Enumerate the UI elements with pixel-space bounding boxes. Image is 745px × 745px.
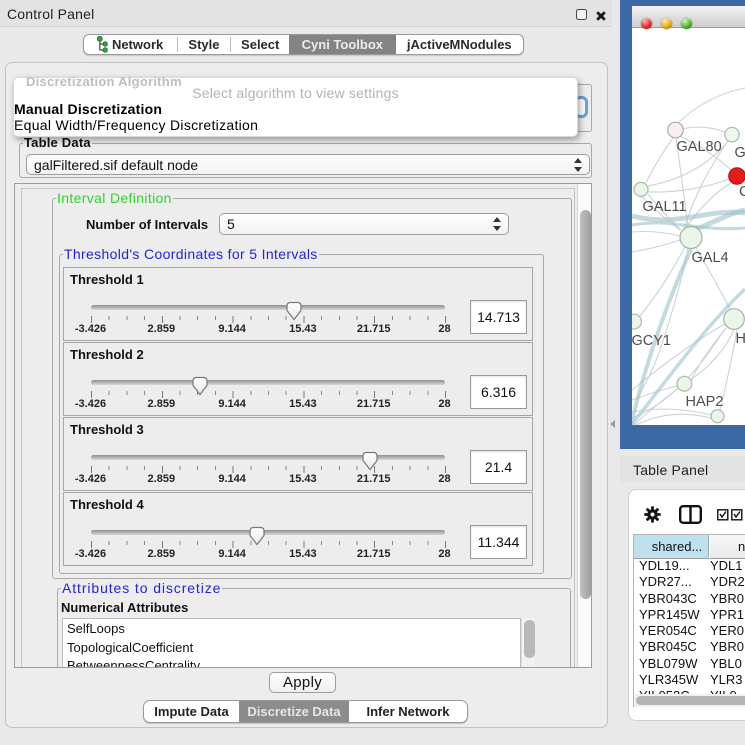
svg-text:GA: GA [735, 145, 745, 161]
svg-text:C: C [739, 184, 745, 200]
svg-text:GAL80: GAL80 [677, 139, 722, 155]
svg-text:GAL4: GAL4 [692, 250, 729, 266]
svg-text:GAL11: GAL11 [643, 199, 687, 215]
svg-text:HAP2: HAP2 [686, 394, 724, 410]
svg-text:H: H [736, 331, 745, 347]
svg-text:GCY1: GCY1 [632, 333, 671, 349]
